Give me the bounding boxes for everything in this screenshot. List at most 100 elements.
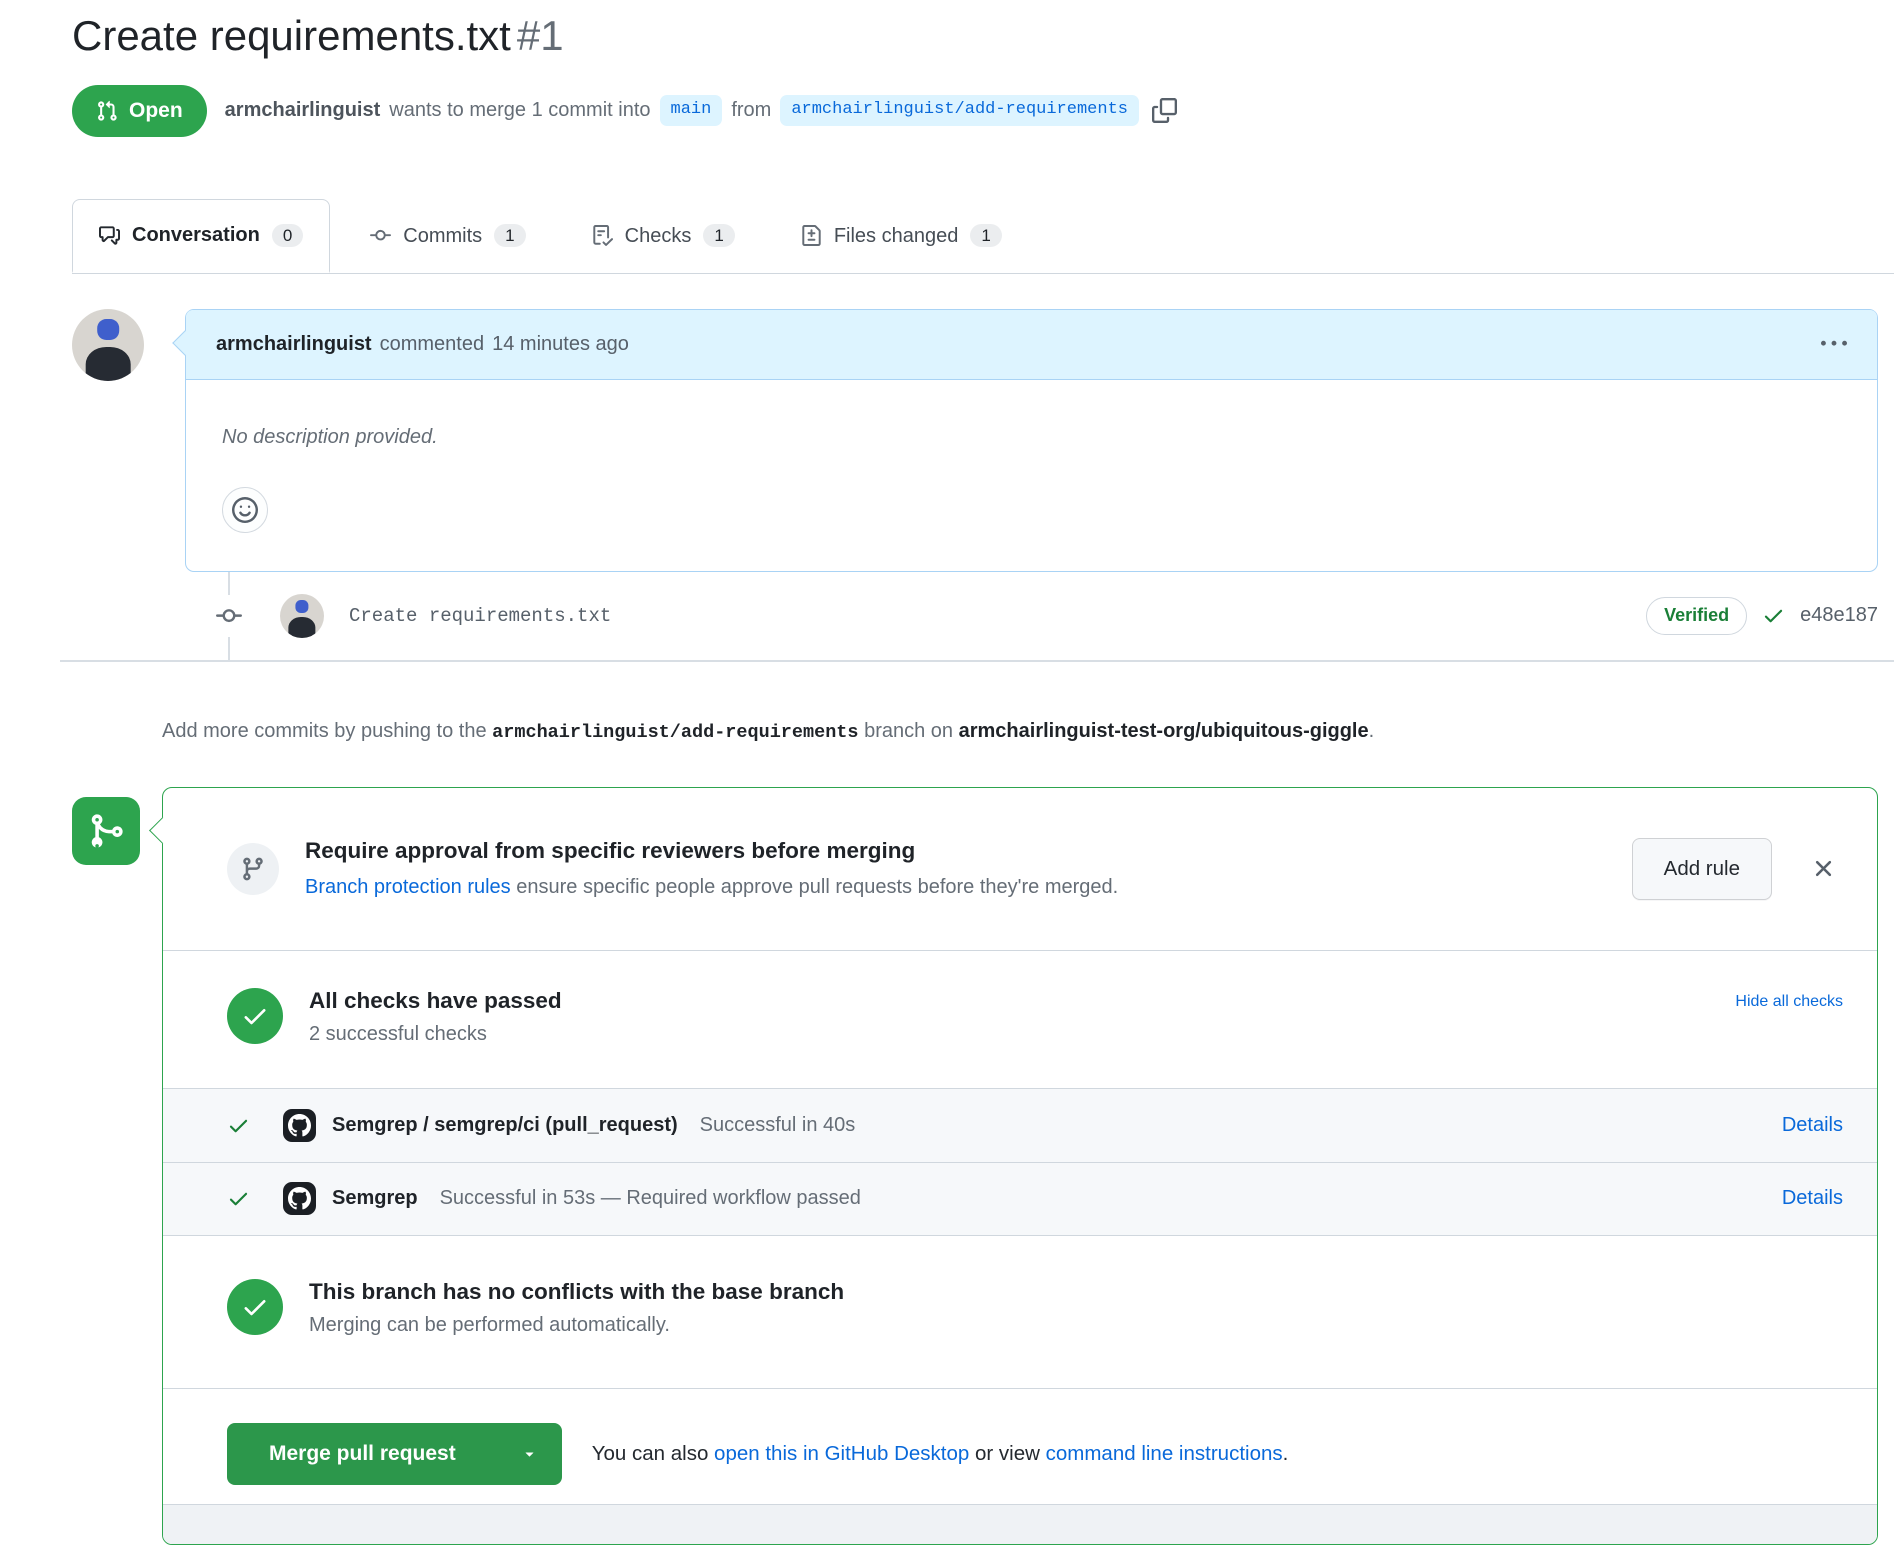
branch-protection-text: Require approval from specific reviewers… <box>305 838 1118 899</box>
push-note-prefix: Add more commits by pushing to the <box>162 720 492 742</box>
check-icon <box>241 1293 269 1321</box>
github-mark-icon <box>288 1114 311 1137</box>
add-rule-button[interactable]: Add rule <box>1632 838 1772 900</box>
caption-suffix: . <box>1283 1442 1289 1465</box>
push-note: Add more commits by pushing to the armch… <box>162 710 1842 754</box>
checks-heading: All checks have passed <box>309 988 562 1014</box>
caption-prefix: You can also <box>592 1442 714 1465</box>
push-note-branch: armchairlinguist/add-requirements <box>492 722 858 743</box>
check-icon <box>227 1187 250 1210</box>
tab-count: 0 <box>272 224 303 247</box>
chevron-down-icon <box>521 1445 538 1462</box>
command-line-instructions-link[interactable]: command line instructions <box>1046 1442 1283 1465</box>
tab-label: Conversation <box>132 225 260 245</box>
commit-right-group: Verified e48e187 <box>1646 597 1878 635</box>
add-reaction-button[interactable] <box>222 487 268 533</box>
check-details-link[interactable]: Details <box>1782 1114 1843 1137</box>
mergeability-section: This branch has no conflicts with the ba… <box>163 1236 1877 1388</box>
merge-box: Require approval from specific reviewers… <box>162 787 1878 1545</box>
mergeability-subheading: Merging can be performed automatically. <box>309 1314 844 1337</box>
copy-icon <box>1152 98 1177 123</box>
avatar[interactable] <box>72 309 144 381</box>
commit-author-avatar[interactable] <box>280 594 324 638</box>
check-row: Semgrep Successful in 53s — Required wor… <box>163 1162 1877 1236</box>
dismiss-protection-button[interactable] <box>1810 855 1837 882</box>
git-commit-icon <box>370 225 391 246</box>
file-diff-icon <box>801 225 822 246</box>
pr-meta-line: armchairlinguist wants to merge 1 commit… <box>225 95 1177 125</box>
kebab-horizontal-icon <box>1821 331 1847 357</box>
merge-actions-section: Merge pull request You can also open thi… <box>163 1388 1877 1485</box>
push-note-repo: armchairlinguist-test-org/ubiquitous-gig… <box>959 720 1369 742</box>
push-note-suffix: . <box>1369 720 1375 742</box>
check-status: Successful in 40s <box>700 1114 856 1137</box>
mergeability-text: This branch has no conflicts with the ba… <box>309 1279 844 1337</box>
merge-options-dropdown[interactable] <box>498 1423 562 1485</box>
git-pull-request-icon <box>96 100 118 122</box>
check-name: Semgrep <box>332 1187 418 1210</box>
close-icon <box>1810 855 1837 882</box>
merge-status-area: Require approval from specific reviewers… <box>72 787 1878 1545</box>
commit-sha-link[interactable]: e48e187 <box>1800 604 1878 627</box>
comment-author-link[interactable]: armchairlinguist <box>216 333 372 356</box>
comment-menu-button[interactable] <box>1821 331 1847 357</box>
check-status: Successful in 53s — Required workflow pa… <box>440 1187 861 1210</box>
comment-box: armchairlinguist commented 14 minutes ag… <box>185 309 1878 572</box>
branch-protection-desc-text: ensure specific people approve pull requ… <box>511 876 1119 898</box>
tab-files-changed[interactable]: Files changed 1 <box>775 199 1028 273</box>
comment-body: No description provided. <box>186 380 1877 571</box>
tab-conversation[interactable]: Conversation 0 <box>72 199 330 273</box>
verified-badge[interactable]: Verified <box>1646 597 1747 635</box>
timeline-divider <box>60 660 1894 662</box>
tab-label: Checks <box>625 226 692 246</box>
checks-summary-section: All checks have passed 2 successful chec… <box>163 951 1877 1088</box>
git-merge-icon <box>72 797 140 865</box>
tab-checks[interactable]: Checks 1 <box>566 199 761 273</box>
branch-protection-controls: Add rule <box>1632 838 1837 900</box>
merge-button-label: Merge pull request <box>227 1442 498 1466</box>
checks-passed-icon <box>227 988 283 1044</box>
no-conflicts-icon <box>227 1279 283 1335</box>
branch-protection-rules-link[interactable]: Branch protection rules <box>305 876 511 898</box>
author-link[interactable]: armchairlinguist <box>225 99 381 122</box>
merge-action-text: wants to merge 1 commit into <box>389 99 650 122</box>
check-icon <box>227 1114 250 1137</box>
tab-commits[interactable]: Commits 1 <box>344 199 551 273</box>
github-desktop-link[interactable]: open this in GitHub Desktop <box>714 1442 969 1465</box>
mergeability-heading: This branch has no conflicts with the ba… <box>309 1279 844 1305</box>
discussion-timeline: armchairlinguist commented 14 minutes ag… <box>72 309 1878 662</box>
github-mark-icon <box>288 1187 311 1210</box>
tab-count: 1 <box>494 224 525 247</box>
check-row: Semgrep / semgrep/ci (pull_request) Succ… <box>163 1088 1877 1162</box>
branch-protection-description: Branch protection rules ensure specific … <box>305 876 1118 899</box>
comment-discussion-icon <box>99 225 120 246</box>
commit-message-link[interactable]: Create requirements.txt <box>349 605 611 627</box>
comment-timestamp[interactable]: 14 minutes ago <box>492 333 629 356</box>
base-branch-label[interactable]: main <box>660 95 723 125</box>
checks-subheading: 2 successful checks <box>309 1023 562 1046</box>
smiley-icon <box>232 497 258 523</box>
git-branch-icon <box>227 843 279 895</box>
comment-header: armchairlinguist commented 14 minutes ag… <box>186 310 1877 380</box>
check-details-link[interactable]: Details <box>1782 1187 1843 1210</box>
check-name: Semgrep / semgrep/ci (pull_request) <box>332 1114 678 1137</box>
pr-tabs: Conversation 0 Commits 1 Checks 1 Files … <box>72 199 1894 274</box>
hide-all-checks-link[interactable]: Hide all checks <box>1735 993 1843 1011</box>
comment-text: No description provided. <box>222 426 1841 449</box>
commit-main: Create requirements.txt <box>280 594 611 638</box>
push-note-middle: branch on <box>859 720 959 742</box>
merge-box-bottom-strip <box>163 1504 1877 1544</box>
tab-count: 1 <box>703 224 734 247</box>
checks-summary-text: All checks have passed 2 successful chec… <box>309 988 562 1046</box>
pr-title-text: Create requirements.txt <box>72 12 511 59</box>
branch-protection-section: Require approval from specific reviewers… <box>163 788 1877 951</box>
pr-status-row: Open armchairlinguist wants to merge 1 c… <box>72 85 1878 137</box>
check-icon <box>1762 604 1785 627</box>
branch-protection-title: Require approval from specific reviewers… <box>305 838 1118 864</box>
copy-branch-button[interactable] <box>1152 98 1177 123</box>
tab-count: 1 <box>970 224 1001 247</box>
head-branch-label[interactable]: armchairlinguist/add-requirements <box>780 95 1139 125</box>
comment-action: commented <box>380 333 485 356</box>
pr-number: #1 <box>517 12 564 59</box>
merge-pull-request-button[interactable]: Merge pull request <box>227 1423 498 1485</box>
